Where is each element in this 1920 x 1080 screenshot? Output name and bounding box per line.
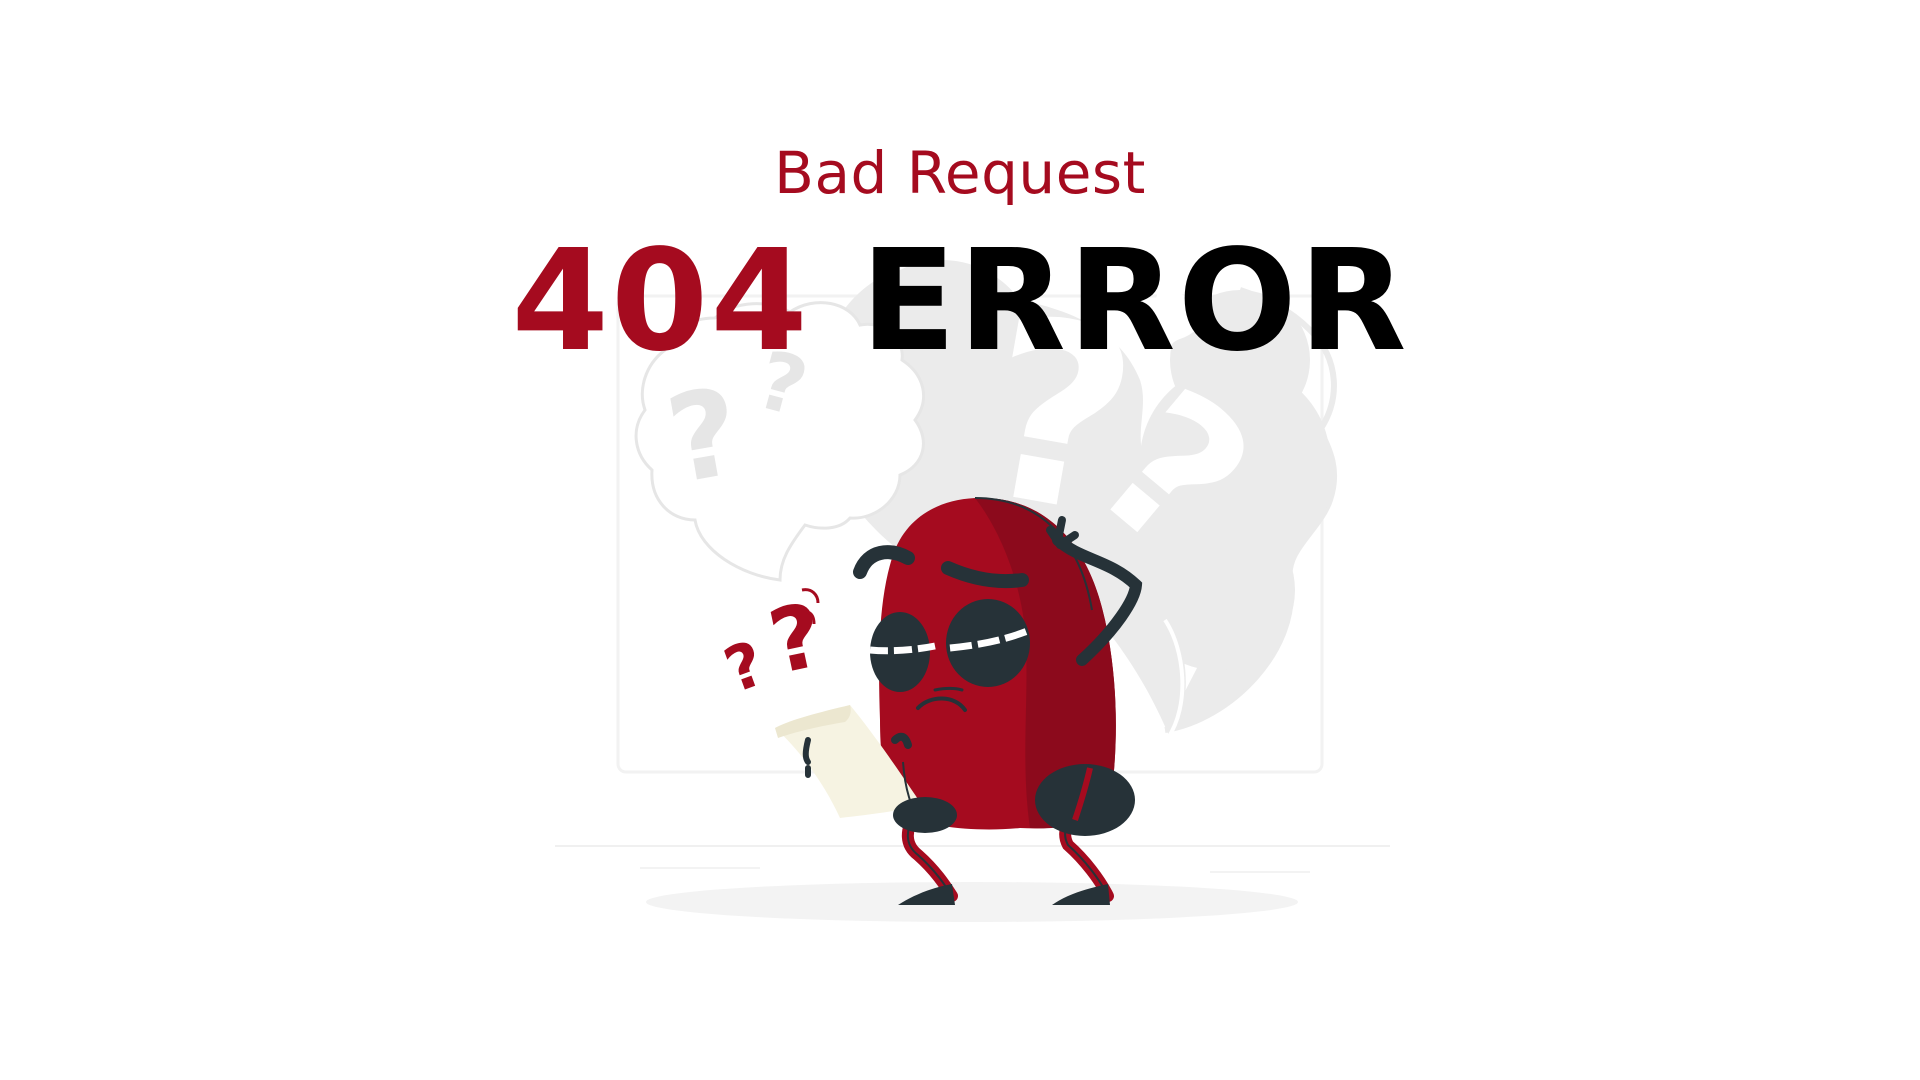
question-mark-icon: ? ? xyxy=(715,583,832,707)
svg-text:?: ? xyxy=(715,626,774,707)
error-label: ERROR xyxy=(860,220,1409,383)
error-headline: 404 ERROR xyxy=(0,222,1920,382)
character-mouth xyxy=(933,687,964,692)
confused-bean-character-illustration: ? ? ? ? ? ? ? xyxy=(555,260,1390,922)
character-hand xyxy=(1035,764,1135,836)
floor-shadow xyxy=(646,882,1298,922)
error-page: ? ? ? ? ? ? ? Bad Request 404 ERROR xyxy=(0,0,1920,1080)
svg-text:?: ? xyxy=(761,583,832,694)
error-code: 404 xyxy=(511,220,810,383)
character-hand xyxy=(893,797,957,833)
